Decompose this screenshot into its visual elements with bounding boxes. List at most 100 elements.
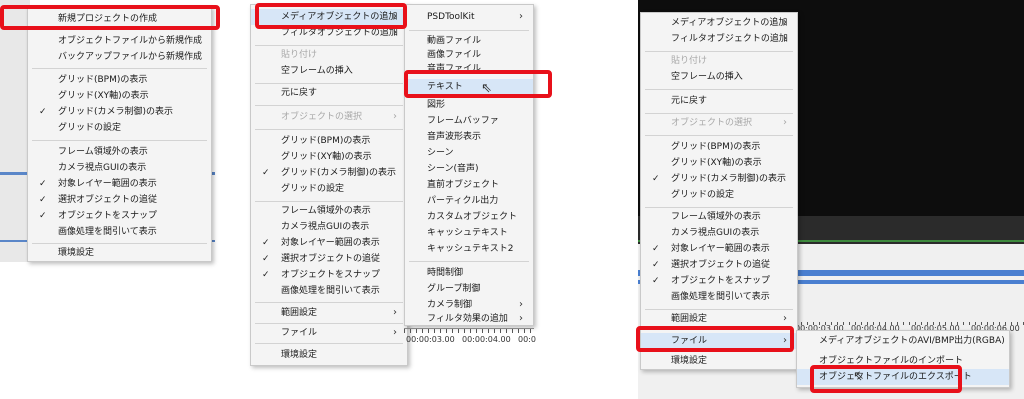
menu-item-label: 選択オブジェクトの追従: [281, 254, 381, 264]
menu-item-file[interactable]: ファイル ›: [251, 325, 407, 341]
separator: [32, 140, 207, 141]
menu-item-label: フレームバッファ: [427, 116, 499, 126]
menu-item-label: フィルタオブジェクトの追加: [671, 34, 788, 44]
menu-item-grid-camera[interactable]: ✓ グリッド(カメラ制御)の表示: [251, 165, 407, 181]
menu-item-label: 空フレームの挿入: [671, 72, 743, 82]
chevron-right-icon: ›: [783, 313, 787, 324]
menu-item-grid-camera[interactable]: ✓ グリッド(カメラ制御)の表示: [641, 171, 797, 187]
submenu-item-avi-bmp-output[interactable]: メディアオブジェクトのAVI/BMP出力(RGBA): [797, 333, 1009, 349]
menu-item-undo[interactable]: 元に戻す: [641, 93, 797, 109]
menu-item-select-object[interactable]: オブジェクトの選択 ›: [641, 115, 797, 131]
chevron-right-icon: ›: [519, 313, 523, 324]
panel-2-media-submenu: PSDToolKit › 動画ファイル 画像ファイル 音声ファイル テキスト 図形…: [404, 4, 534, 326]
menu-item-camera-gui[interactable]: カメラ視点GUIの表示: [28, 160, 211, 176]
submenu-item-cache-text[interactable]: キャッシュテキスト: [405, 225, 533, 241]
menu-item-label: PSDToolKit: [427, 12, 475, 22]
menu-item-grid-camera[interactable]: ✓ グリッド(カメラ制御)の表示: [28, 104, 211, 120]
submenu-item-time-control[interactable]: 時間制御: [405, 265, 533, 281]
mouse-cursor-icon: ⇖: [853, 369, 864, 384]
menu-item-paste[interactable]: 貼り付け: [641, 53, 797, 69]
submenu-item-audio-waveform[interactable]: 音声波形表示: [405, 129, 533, 145]
menu-item-preferences[interactable]: 環境設定: [28, 245, 211, 261]
menu-item-layer-range[interactable]: ✓ 対象レイヤー範囲の表示: [251, 235, 407, 251]
menu-item-grid-bpm[interactable]: グリッド(BPM)の表示: [28, 72, 211, 88]
check-icon: ✓: [39, 179, 47, 189]
menu-item-grid-settings[interactable]: グリッドの設定: [251, 181, 407, 197]
menu-item-preferences[interactable]: 環境設定: [251, 347, 407, 363]
menu-item-grid-xy[interactable]: グリッド(XY軸)の表示: [28, 88, 211, 104]
menu-item-preferences[interactable]: 環境設定: [641, 353, 797, 369]
separator: [255, 129, 403, 130]
menu-item-insert-empty-frame[interactable]: 空フレームの挿入: [641, 69, 797, 85]
menu-item-new-from-object-file[interactable]: オブジェクトファイルから新規作成: [28, 33, 211, 49]
menu-item-grid-bpm[interactable]: グリッド(BPM)の表示: [251, 133, 407, 149]
menu-item-label: 範囲設定: [281, 308, 318, 318]
menu-item-thin-render[interactable]: 画像処理を間引いて表示: [251, 283, 407, 299]
menu-item-follow-selected[interactable]: ✓ 選択オブジェクトの追従: [251, 251, 407, 267]
menu-item-label: 対象レイヤー範囲の表示: [671, 244, 770, 254]
menu-item-undo[interactable]: 元に戻す: [251, 85, 407, 101]
menu-item-camera-gui[interactable]: カメラ視点GUIの表示: [641, 225, 797, 241]
menu-item-layer-range[interactable]: ✓ 対象レイヤー範囲の表示: [28, 176, 211, 192]
menu-item-label: 環境設定: [281, 350, 318, 360]
menu-item-add-filter-object[interactable]: フィルタオブジェクトの追加 ›: [641, 31, 797, 47]
menu-item-camera-gui[interactable]: カメラ視点GUIの表示: [251, 219, 407, 235]
menu-item-label: キャッシュテキスト: [427, 228, 508, 238]
menu-item-frame-outside[interactable]: フレーム領域外の表示: [28, 144, 211, 160]
submenu-item-framebuffer[interactable]: フレームバッファ: [405, 113, 533, 129]
separator: [645, 113, 793, 114]
submenu-item-cache-text-2[interactable]: キャッシュテキスト2: [405, 241, 533, 257]
menu-item-label: グリッド(カメラ制御)の表示: [671, 174, 787, 184]
submenu-item-psdtoolkit[interactable]: PSDToolKit ›: [405, 9, 533, 25]
menu-item-grid-xy[interactable]: グリッド(XY軸)の表示: [251, 149, 407, 165]
submenu-item-shape[interactable]: 図形: [405, 97, 533, 113]
check-icon: ✓: [262, 238, 270, 248]
menu-item-snap-object[interactable]: ✓ オブジェクトをスナップ: [251, 267, 407, 283]
menu-item-grid-settings[interactable]: グリッドの設定: [641, 187, 797, 203]
menu-item-range-settings[interactable]: 範囲設定 ›: [251, 305, 407, 321]
submenu-item-scene[interactable]: シーン: [405, 145, 533, 161]
menu-item-select-object[interactable]: オブジェクトの選択 ›: [251, 109, 407, 125]
menu-item-follow-selected[interactable]: ✓ 選択オブジェクトの追従: [641, 257, 797, 273]
menu-item-label: 範囲設定: [671, 314, 708, 324]
menu-item-snap-object[interactable]: ✓ オブジェクトをスナップ: [641, 273, 797, 289]
panel-3-context-menu: メディアオブジェクトの追加 › フィルタオブジェクトの追加 › 貼り付け 空フレーム…: [640, 12, 798, 370]
menu-item-insert-empty-frame[interactable]: 空フレームの挿入: [251, 63, 407, 79]
submenu-item-particle-output[interactable]: パーティクル出力: [405, 193, 533, 209]
menu-item-frame-outside[interactable]: フレーム領域外の表示: [251, 203, 407, 219]
menu-item-label: グリッド(XY軸)の表示: [671, 158, 762, 168]
menu-item-paste[interactable]: 貼り付け: [251, 47, 407, 63]
menu-item-label: オブジェクトファイルから新規作成: [58, 36, 203, 46]
separator: [645, 135, 793, 136]
separator: [645, 89, 793, 90]
menu-item-thin-render[interactable]: 画像処理を間引いて表示: [641, 289, 797, 305]
menu-item-label: 対象レイヤー範囲の表示: [58, 179, 157, 189]
menu-item-add-media-object[interactable]: メディアオブジェクトの追加 ›: [641, 15, 797, 31]
submenu-item-add-filter-effect[interactable]: フィルタ効果の追加 ›: [405, 311, 533, 325]
menu-item-frame-outside[interactable]: フレーム領域外の表示: [641, 209, 797, 225]
separator: [645, 51, 793, 52]
menu-item-grid-bpm[interactable]: グリッド(BPM)の表示: [641, 139, 797, 155]
menu-item-range-settings[interactable]: 範囲設定 ›: [641, 311, 797, 327]
chevron-right-icon: ›: [393, 307, 397, 318]
menu-item-layer-range[interactable]: ✓ 対象レイヤー範囲の表示: [641, 241, 797, 257]
menu-item-label: カメラ視点GUIの表示: [58, 163, 147, 173]
menu-item-follow-selected[interactable]: ✓ 選択オブジェクトの追従: [28, 192, 211, 208]
chevron-right-icon: ›: [519, 11, 523, 22]
menu-item-label: グリッド(XY軸)の表示: [281, 152, 372, 162]
menu-item-thin-render[interactable]: 画像処理を間引いて表示: [28, 224, 211, 240]
menu-item-label: 時間制御: [427, 268, 464, 278]
menu-item-label: キャッシュテキスト2: [427, 244, 514, 254]
menu-item-new-from-backup[interactable]: バックアップファイルから新規作成: [28, 49, 211, 65]
submenu-item-previous-object[interactable]: 直前オブジェクト: [405, 177, 533, 193]
submenu-item-custom-object[interactable]: カスタムオブジェクト: [405, 209, 533, 225]
menu-item-snap-object[interactable]: ✓ オブジェクトをスナップ: [28, 208, 211, 224]
menu-item-label: オブジェクトをスナップ: [281, 270, 381, 280]
menu-item-grid-xy[interactable]: グリッド(XY軸)の表示: [641, 155, 797, 171]
submenu-item-scene-audio[interactable]: シーン(音声): [405, 161, 533, 177]
menu-item-label: グリッド(BPM)の表示: [58, 75, 148, 85]
submenu-item-group-control[interactable]: グループ制御: [405, 281, 533, 297]
check-icon: ✓: [652, 276, 660, 286]
menu-item-label: 図形: [427, 100, 446, 110]
menu-item-grid-settings[interactable]: グリッドの設定: [28, 120, 211, 136]
